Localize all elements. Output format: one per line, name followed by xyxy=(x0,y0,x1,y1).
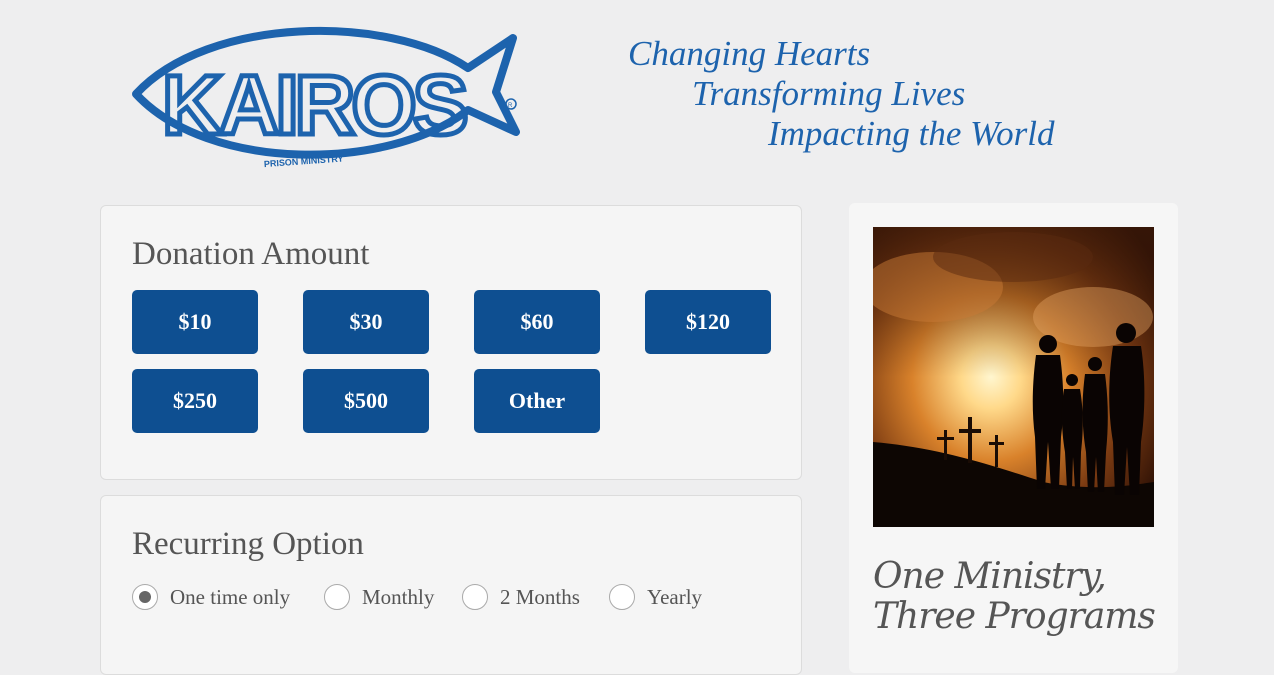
radio-circle[interactable] xyxy=(324,584,350,610)
svg-text:R: R xyxy=(508,103,513,109)
donation-amount-card: Donation Amount $10 $30 $60 $120 $250 $5… xyxy=(100,205,802,480)
sidebar-heading: One Ministry, Three Programs xyxy=(873,556,1156,637)
radio-circle[interactable] xyxy=(462,584,488,610)
logo-wordmark: KAIROS xyxy=(162,58,466,152)
tagline-line-1: Changing Hearts xyxy=(628,34,871,73)
radio-yearly[interactable]: Yearly xyxy=(609,584,702,610)
radio-2-months[interactable]: 2 Months xyxy=(462,584,580,610)
amount-button-60[interactable]: $60 xyxy=(474,290,600,354)
sidebar-heading-line-1: One Ministry, xyxy=(873,556,1107,597)
radio-label: 2 Months xyxy=(500,584,580,609)
kairos-fish-icon: KAIROS PRISON MINISTRY R xyxy=(132,26,520,169)
radio-monthly[interactable]: Monthly xyxy=(324,584,434,610)
radio-circle[interactable] xyxy=(609,584,635,610)
radio-label: One time only xyxy=(170,584,291,609)
family-silhouette-image xyxy=(873,227,1154,527)
amount-button-30[interactable]: $30 xyxy=(303,290,429,354)
donation-amount-title: Donation Amount xyxy=(132,236,370,272)
kairos-logo[interactable]: KAIROS PRISON MINISTRY R xyxy=(128,24,528,174)
radio-one-time-only[interactable]: One time only xyxy=(132,584,290,610)
sidebar-heading-line-2: Three Programs xyxy=(873,596,1156,637)
radio-circle-selected[interactable] xyxy=(132,584,158,610)
radio-label: Monthly xyxy=(362,584,435,609)
amount-button-500[interactable]: $500 xyxy=(303,369,429,433)
radio-label: Yearly xyxy=(647,584,703,609)
tagline-line-2: Transforming Lives xyxy=(692,74,966,113)
recurring-option-title: Recurring Option xyxy=(132,526,364,562)
amount-button-other[interactable]: Other xyxy=(474,369,600,433)
amount-button-10[interactable]: $10 xyxy=(132,290,258,354)
tagline: Changing Hearts Transforming Lives Impac… xyxy=(628,34,1148,164)
sidebar-card: One Ministry, Three Programs xyxy=(849,203,1178,673)
recurring-option-card: Recurring Option One time only Monthly 2… xyxy=(100,495,802,675)
amount-button-120[interactable]: $120 xyxy=(645,290,771,354)
sunset-crosses-icon xyxy=(873,227,1154,527)
amount-button-250[interactable]: $250 xyxy=(132,369,258,433)
tagline-line-3: Impacting the World xyxy=(768,114,1055,153)
